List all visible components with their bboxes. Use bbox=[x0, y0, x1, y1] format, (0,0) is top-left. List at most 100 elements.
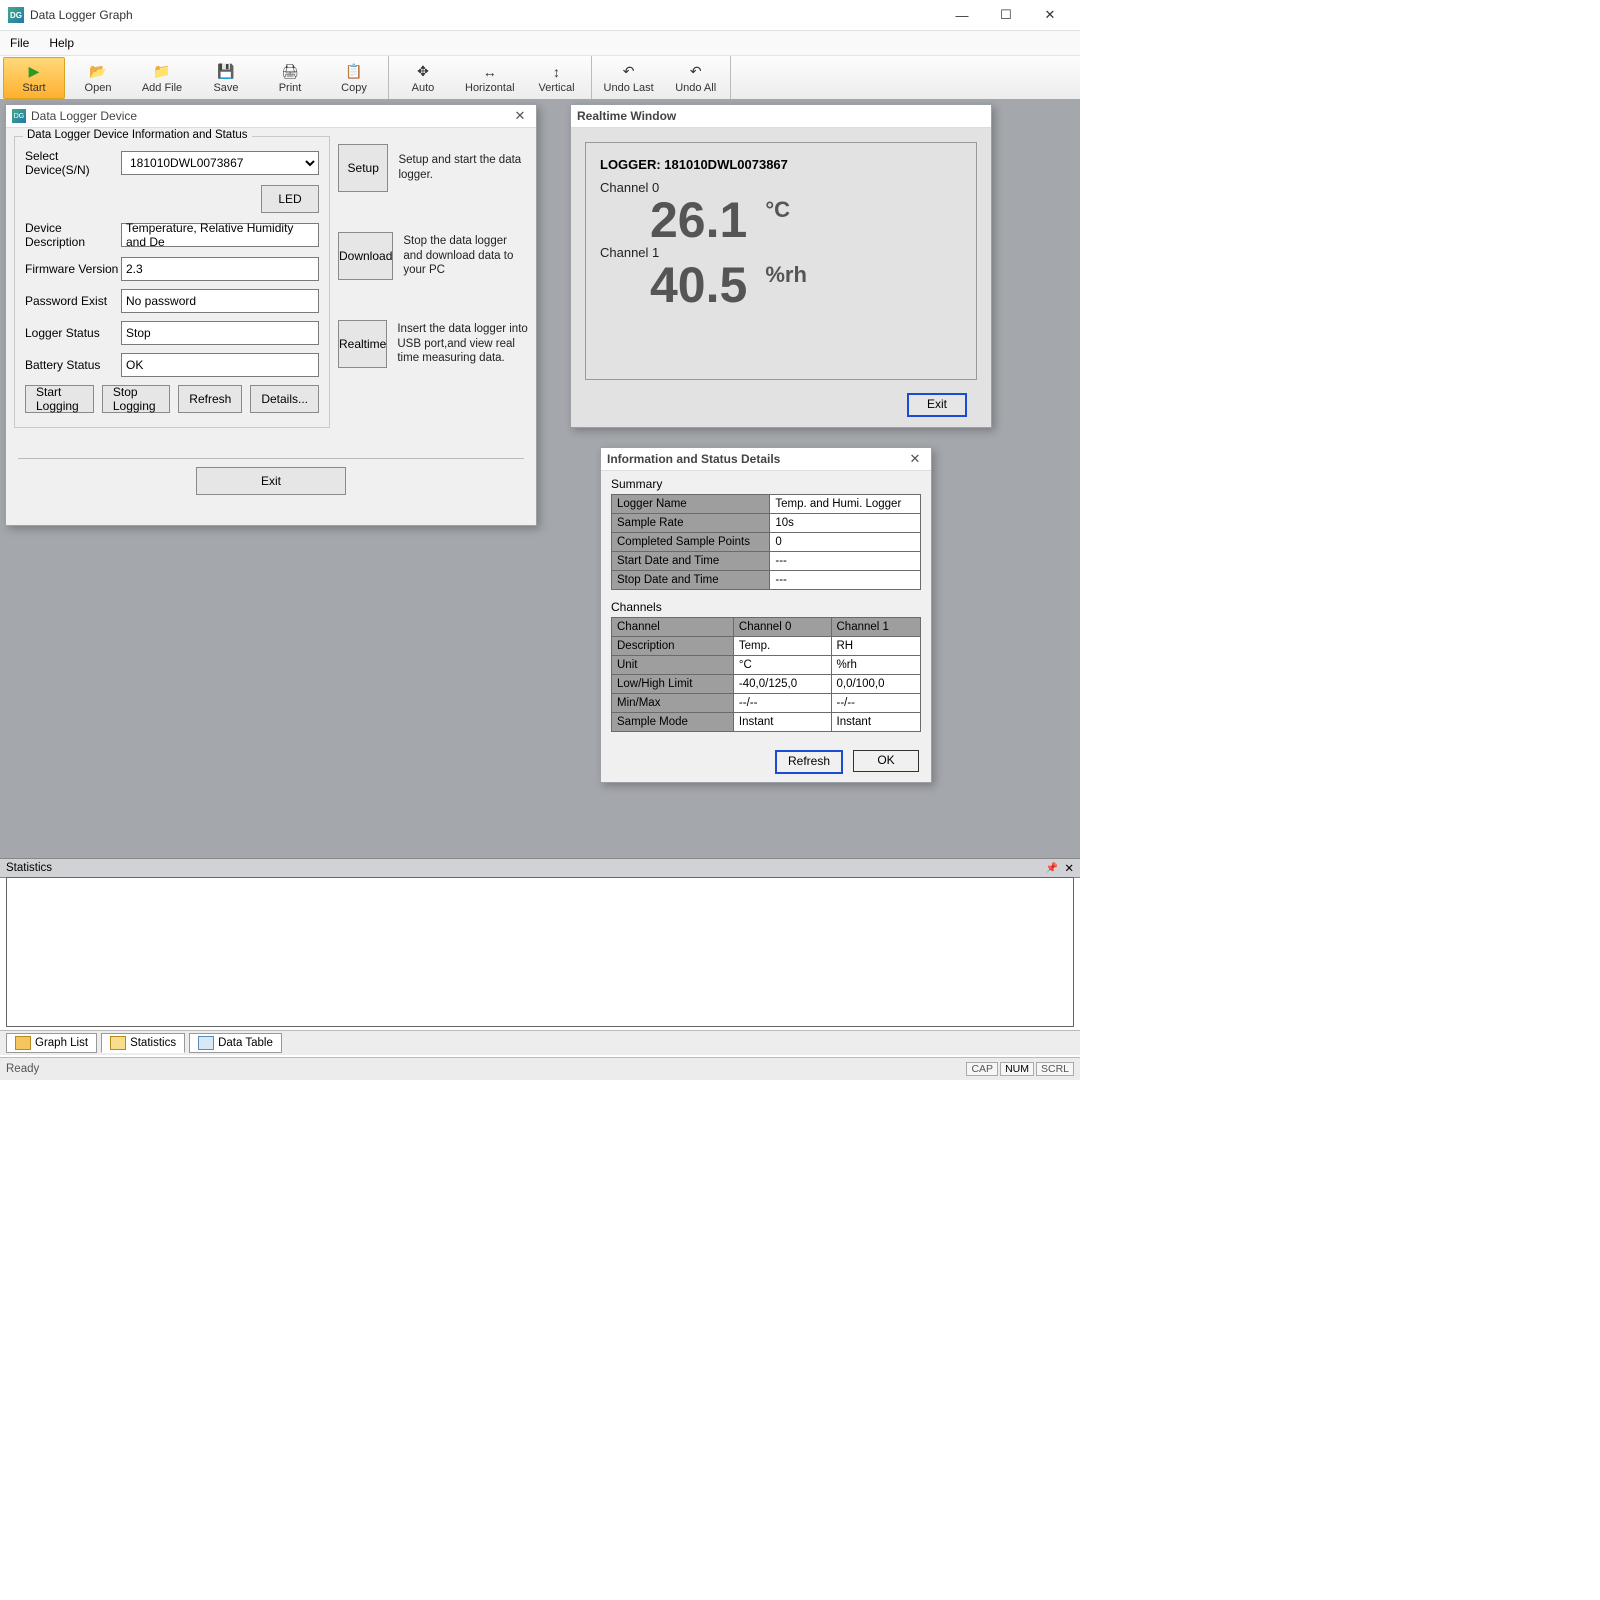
summary-stop-label: Stop Date and Time bbox=[612, 571, 770, 590]
summary-sample-rate-label: Sample Rate bbox=[612, 514, 770, 533]
stats-close[interactable]: ✕ bbox=[1064, 861, 1074, 875]
device-info-group: Data Logger Device Information and Statu… bbox=[14, 136, 330, 428]
folder-open-icon: 📂 bbox=[88, 63, 108, 81]
realtime-window: Realtime Window LOGGER: 181010DWL0073867… bbox=[570, 104, 992, 428]
tool-undolast[interactable]: ↶Undo Last bbox=[595, 57, 663, 99]
maximize-button[interactable]: ☐ bbox=[984, 1, 1028, 29]
tool-undoall[interactable]: ↶Undo All bbox=[665, 57, 727, 99]
label-logger-status: Logger Status bbox=[25, 326, 121, 340]
channels-table: Channel Channel 0 Channel 1 DescriptionT… bbox=[611, 617, 921, 732]
battery-field[interactable]: OK bbox=[121, 353, 319, 377]
download-desc: Stop the data logger and download data t… bbox=[403, 234, 528, 279]
stop-logging-button[interactable]: Stop Logging bbox=[102, 385, 170, 413]
titlebar: DG Data Logger Graph — ☐ ✕ bbox=[0, 0, 1080, 31]
save-icon: 💾 bbox=[216, 63, 236, 81]
statusbar: Ready CAP NUM SCRL bbox=[0, 1057, 1080, 1080]
ch-mm-l: Min/Max bbox=[612, 694, 734, 713]
statistics-panel: Statistics 📌 ✕ Graph List Statistics Dat… bbox=[0, 858, 1080, 1055]
download-button[interactable]: Download bbox=[338, 232, 393, 280]
tool-addfile[interactable]: 📁Add File bbox=[131, 57, 193, 99]
info-window: Information and Status Details ✕ Summary… bbox=[600, 447, 932, 783]
label-select-device: Select Device(S/N) bbox=[25, 149, 121, 177]
channel0-value: 26.1 bbox=[650, 195, 747, 245]
menu-help[interactable]: Help bbox=[39, 33, 84, 53]
summary-label: Summary bbox=[611, 477, 921, 491]
undo-all-icon: ↶ bbox=[686, 63, 706, 81]
tool-save[interactable]: 💾Save bbox=[195, 57, 257, 99]
print-icon: 🖨 bbox=[280, 63, 300, 81]
logger-status-field[interactable]: Stop bbox=[121, 321, 319, 345]
pin-icon[interactable]: 📌 bbox=[1046, 863, 1058, 874]
ch-sm-1: Instant bbox=[831, 713, 921, 732]
info-refresh-button[interactable]: Refresh bbox=[775, 750, 843, 774]
ch-lim-1: 0,0/100,0 bbox=[831, 675, 921, 694]
tab-statistics[interactable]: Statistics bbox=[101, 1033, 185, 1053]
tab-data-table[interactable]: Data Table bbox=[189, 1033, 282, 1053]
tool-start[interactable]: ▶Start bbox=[3, 57, 65, 99]
menu-file[interactable]: File bbox=[0, 33, 39, 53]
label-firmware: Firmware Version bbox=[25, 262, 121, 276]
channel1-value: 40.5 bbox=[650, 260, 747, 310]
info-close[interactable]: ✕ bbox=[905, 451, 925, 467]
details-button[interactable]: Details... bbox=[250, 385, 319, 413]
tool-vertical[interactable]: ↕Vertical bbox=[526, 57, 588, 99]
summary-sample-rate-value: 10s bbox=[770, 514, 921, 533]
ch-desc-1: RH bbox=[831, 637, 921, 656]
logger-header: LOGGER: 181010DWL0073867 bbox=[600, 157, 962, 172]
refresh-button[interactable]: Refresh bbox=[178, 385, 242, 413]
app-title: Data Logger Graph bbox=[30, 8, 940, 22]
tool-copy[interactable]: 📋Copy bbox=[323, 57, 385, 99]
channel0-unit: °C bbox=[765, 197, 790, 223]
realtime-button[interactable]: Realtime bbox=[338, 320, 387, 368]
device-window-close[interactable]: ✕ bbox=[510, 108, 530, 124]
summary-start-value: --- bbox=[770, 552, 921, 571]
device-desc-field[interactable]: Temperature, Relative Humidity and De bbox=[121, 223, 319, 247]
ch-lim-0: -40,0/125,0 bbox=[733, 675, 831, 694]
table-icon bbox=[198, 1036, 214, 1050]
tool-open[interactable]: 📂Open bbox=[67, 57, 129, 99]
summary-completed-value: 0 bbox=[770, 533, 921, 552]
list-icon bbox=[15, 1036, 31, 1050]
password-field[interactable]: No password bbox=[121, 289, 319, 313]
arrows-v-icon: ↕ bbox=[547, 63, 567, 81]
ch-hdr-channel: Channel bbox=[612, 618, 734, 637]
status-num: NUM bbox=[1000, 1062, 1034, 1076]
realtime-exit-button[interactable]: Exit bbox=[907, 393, 967, 417]
toolbar: ▶Start 📂Open 📁Add File 💾Save 🖨Print 📋Cop… bbox=[0, 56, 1080, 101]
channels-label: Channels bbox=[611, 600, 921, 614]
ch-unit-l: Unit bbox=[612, 656, 734, 675]
channel1-unit: %rh bbox=[765, 262, 807, 288]
statistics-title: Statistics bbox=[6, 862, 52, 874]
stats-icon bbox=[110, 1036, 126, 1050]
minimize-button[interactable]: — bbox=[940, 1, 984, 29]
device-exit-button[interactable]: Exit bbox=[196, 467, 346, 495]
start-logging-button[interactable]: Start Logging bbox=[25, 385, 94, 413]
copy-icon: 📋 bbox=[344, 63, 364, 81]
ch-desc-0: Temp. bbox=[733, 637, 831, 656]
led-button[interactable]: LED bbox=[261, 185, 319, 213]
status-scrl: SCRL bbox=[1036, 1062, 1074, 1076]
summary-completed-label: Completed Sample Points bbox=[612, 533, 770, 552]
close-button[interactable]: ✕ bbox=[1028, 1, 1072, 29]
tool-horizontal[interactable]: ↔Horizontal bbox=[456, 57, 524, 99]
tab-graph-list[interactable]: Graph List bbox=[6, 1033, 97, 1053]
info-ok-button[interactable]: OK bbox=[853, 750, 919, 772]
setup-button[interactable]: Setup bbox=[338, 144, 388, 192]
firmware-field[interactable]: 2.3 bbox=[121, 257, 319, 281]
statistics-body bbox=[6, 877, 1074, 1027]
ch-hdr-0: Channel 0 bbox=[733, 618, 831, 637]
group-label: Data Logger Device Information and Statu… bbox=[23, 129, 252, 141]
summary-logger-name-value: Temp. and Humi. Logger bbox=[770, 495, 921, 514]
ch-mm-0: --/-- bbox=[733, 694, 831, 713]
app-icon: DG bbox=[8, 7, 24, 23]
status-ready: Ready bbox=[6, 1063, 39, 1075]
select-device-dropdown[interactable]: 181010DWL0073867 bbox=[121, 151, 319, 175]
status-cap: CAP bbox=[966, 1062, 998, 1076]
tool-auto[interactable]: ✥Auto bbox=[392, 57, 454, 99]
tool-print[interactable]: 🖨Print bbox=[259, 57, 321, 99]
device-window-title: Data Logger Device bbox=[31, 109, 510, 123]
label-password: Password Exist bbox=[25, 294, 121, 308]
menubar: File Help bbox=[0, 31, 1080, 56]
move-all-icon: ✥ bbox=[413, 63, 433, 81]
summary-logger-name-label: Logger Name bbox=[612, 495, 770, 514]
